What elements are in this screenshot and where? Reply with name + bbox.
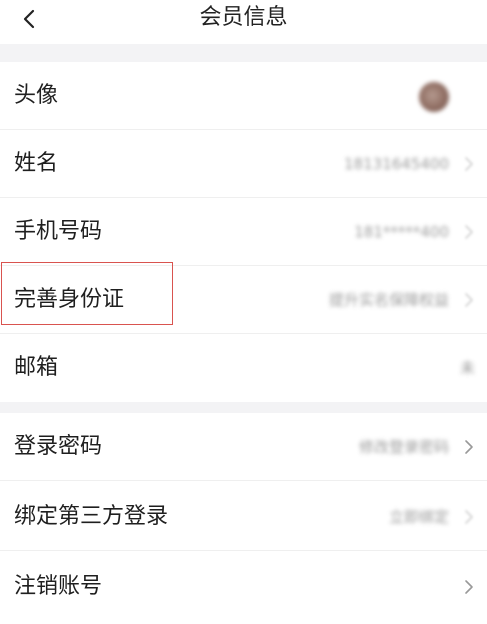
chevron-right-icon — [465, 157, 473, 171]
row-label-cancel-account: 注销账号 — [14, 574, 103, 599]
divider — [0, 550, 487, 551]
row-label-email: 邮箱 — [14, 355, 59, 380]
account-security-group: 登录密码 修改登录密码 绑定第三方登录 立即绑定 注销账号 — [0, 413, 487, 624]
page-title: 会员信息 — [199, 5, 288, 30]
chevron-right-icon — [465, 225, 473, 239]
row-third-party-login[interactable]: 绑定第三方登录 立即绑定 — [0, 483, 487, 551]
row-name[interactable]: 姓名 18131645400 — [0, 130, 487, 198]
chevron-right-icon — [465, 580, 473, 594]
row-phone[interactable]: 手机号码 181*****400 — [0, 198, 487, 266]
divider — [0, 480, 487, 481]
chevron-right-icon — [465, 510, 473, 524]
row-avatar[interactable]: 头像 — [0, 62, 487, 130]
login-password-value: 修改登录密码 — [358, 438, 449, 456]
chevron-right-icon — [465, 293, 473, 307]
id-card-value: 提升实名保障权益 — [328, 291, 449, 309]
row-label-avatar: 头像 — [14, 83, 59, 108]
name-value: 18131645400 — [344, 155, 449, 173]
phone-value: 181*****400 — [354, 223, 449, 241]
email-value: 未 — [459, 359, 475, 377]
row-label-login-password: 登录密码 — [14, 434, 103, 459]
row-cancel-account[interactable]: 注销账号 — [0, 553, 487, 621]
row-label-name: 姓名 — [14, 151, 59, 176]
profile-info-group: 头像 姓名 18131645400 手机号码 181*****400 完善身份证… — [0, 62, 487, 402]
highlight-box — [1, 262, 173, 325]
top-nav-bar: 会员信息 — [0, 0, 487, 44]
row-login-password[interactable]: 登录密码 修改登录密码 — [0, 413, 487, 481]
avatar[interactable] — [419, 82, 449, 112]
third-party-login-value: 立即绑定 — [388, 508, 449, 526]
row-label-third-party-login: 绑定第三方登录 — [14, 504, 169, 529]
row-label-phone: 手机号码 — [14, 219, 103, 244]
row-email[interactable]: 邮箱 未 — [0, 334, 487, 402]
chevron-right-icon — [465, 440, 473, 454]
